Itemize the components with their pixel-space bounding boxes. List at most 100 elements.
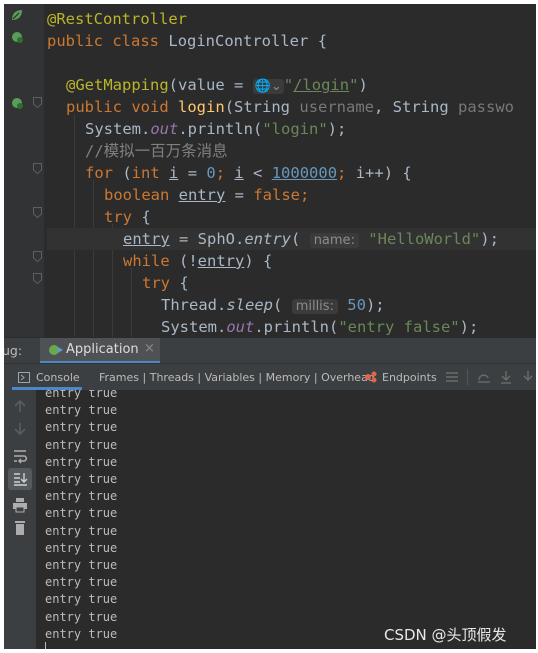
static-field: out (150, 120, 179, 138)
fold-marker-icon[interactable] (33, 273, 42, 284)
param-name: username (299, 98, 375, 116)
code-token: .println( (254, 318, 339, 336)
console-line: entry true (45, 506, 118, 521)
keyword: try (142, 274, 170, 292)
fold-marker-icon[interactable] (33, 97, 42, 108)
tab-threads[interactable]: Threads (150, 371, 194, 384)
code-token: i++) { (355, 164, 412, 182)
console-line: entry true (45, 472, 118, 486)
console-line: entry true (45, 489, 118, 504)
keyword: public (47, 32, 103, 50)
code-editor[interactable]: @RestController public class LoginContro… (4, 4, 536, 337)
tab-frames[interactable]: Frames (99, 371, 139, 384)
separator: | (310, 371, 322, 384)
trash-icon[interactable] (12, 520, 28, 536)
spring-bean-icon[interactable] (10, 8, 24, 22)
static-field: out (226, 318, 255, 336)
tab-application[interactable]: Application × (40, 338, 160, 364)
request-mapping-icon[interactable] (10, 96, 24, 110)
watermark: CSDN @头顶假发 (384, 626, 507, 644)
code-line: @RestController (47, 8, 187, 30)
paren: ) (358, 76, 368, 94)
menu-icon[interactable] (445, 371, 459, 383)
code-line: System.out.println("login"); (85, 118, 346, 140)
console-line: entry true (45, 575, 118, 590)
editor-gutter (4, 4, 44, 337)
console-output[interactable]: entry true entry true entry true entry true… (36, 390, 536, 649)
fold-marker-icon[interactable] (33, 251, 42, 262)
debug-views: Frames | Threads | Variables | Memory | … (99, 371, 375, 384)
console-line: entry true (45, 390, 118, 400)
code-token: ); (327, 120, 347, 138)
semicolon: ; (215, 164, 235, 182)
keyword: try (104, 208, 132, 226)
globe-icon[interactable]: 🌐⌄ (252, 79, 284, 94)
spring-boot-icon (49, 345, 63, 355)
console-icon (18, 372, 30, 383)
tab-memory[interactable]: Memory (266, 371, 311, 384)
code-line: try { (142, 272, 189, 294)
spring-bean-icon[interactable] (10, 30, 24, 44)
comment: //模拟一百万条消息 (85, 142, 228, 160)
variable: i (169, 164, 179, 182)
brace: { (132, 208, 151, 226)
string-literal: "entry false" (338, 318, 460, 336)
code-area[interactable]: @RestController public class LoginContro… (47, 4, 536, 337)
keyword: while (123, 252, 170, 270)
method-name: login (178, 98, 225, 116)
separator: | (254, 371, 266, 384)
console-side-toolbar (4, 390, 36, 649)
up-arrow-icon[interactable] (12, 398, 28, 414)
close-icon[interactable]: × (144, 341, 155, 356)
scroll-to-end-toggle[interactable] (8, 468, 32, 490)
variable: entry (178, 186, 226, 204)
brace: { (317, 32, 328, 50)
console-line: entry true (45, 558, 118, 572)
url-path-link[interactable]: /login (293, 76, 349, 94)
code-token: (! (169, 252, 198, 270)
step-out-icon[interactable] (477, 370, 491, 384)
variable: entry (197, 252, 245, 270)
fold-marker-icon[interactable] (33, 163, 42, 174)
code-line: while (!entry) { (123, 250, 272, 272)
code-token: System. (85, 120, 151, 138)
print-icon[interactable] (12, 497, 28, 513)
annotation: @RestController (47, 10, 187, 28)
code-token: System. (161, 318, 227, 336)
indent-guide (131, 268, 132, 337)
indent-guide (74, 114, 75, 337)
code-token: < (243, 164, 272, 182)
code-token: ) { (244, 252, 273, 270)
indent-guide (93, 180, 94, 337)
code-line: //模拟一百万条消息 (85, 140, 228, 162)
method-call: sleep (226, 296, 273, 314)
ide-window: @RestController public class LoginContro… (4, 4, 536, 649)
down-arrow-icon[interactable] (12, 421, 28, 437)
number-literal: 50 (347, 296, 366, 314)
method-call: entry (244, 230, 291, 248)
code-token: ); (459, 318, 479, 336)
keyword: boolean (104, 186, 170, 204)
paren: ( (273, 296, 283, 314)
console-caret (45, 642, 46, 649)
param-name: passwo (458, 98, 515, 116)
force-step-into-icon[interactable] (522, 370, 534, 384)
step-into-icon[interactable] (500, 370, 512, 384)
console-line: entry true (45, 609, 118, 624)
debug-label: ug: (4, 343, 23, 358)
code-token: = (225, 186, 254, 204)
toolbar-divider (467, 369, 468, 385)
code-line: boolean entry = false; (104, 184, 309, 206)
code-token: ); (480, 230, 499, 248)
endpoints-icon (365, 371, 377, 383)
tab-variables[interactable]: Variables (205, 371, 255, 384)
code-token: (value = (168, 76, 253, 94)
brace: { (170, 274, 189, 292)
code-token: = SphO. (169, 230, 245, 248)
tab-endpoints[interactable]: Endpoints (364, 364, 437, 390)
keyword: public (66, 98, 122, 116)
code-line: entry = SphO.entry( name: "HelloWorld"); (123, 228, 499, 250)
variable: entry (123, 230, 170, 248)
fold-marker-icon[interactable] (33, 207, 42, 218)
soft-wrap-icon[interactable] (12, 448, 28, 464)
